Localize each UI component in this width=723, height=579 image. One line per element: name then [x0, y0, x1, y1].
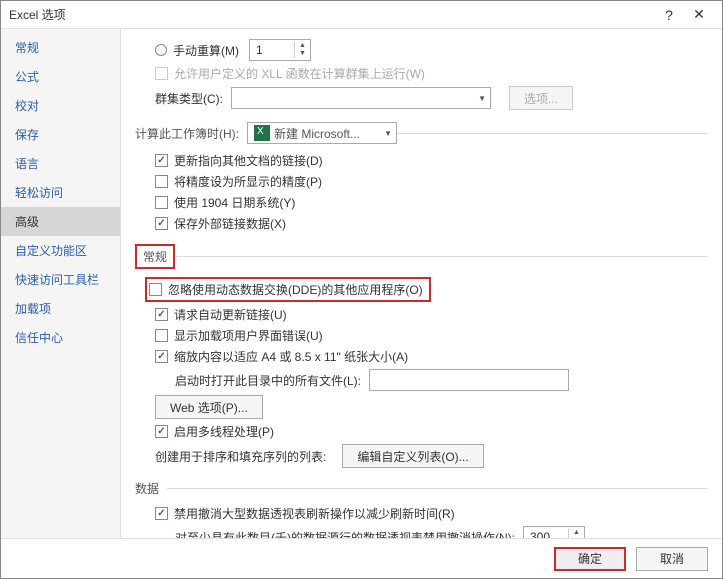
option-checkbox[interactable]	[155, 350, 168, 363]
options-content: 手动重算(M) 1 ▲▼ 允许用户定义的 XLL 函数在计算群集上运行(W) 群…	[121, 29, 722, 538]
general-section-title: 常规	[135, 244, 175, 269]
udf-cluster-checkbox	[155, 67, 168, 80]
dde-highlight-box: 忽略使用动态数据交换(DDE)的其他应用程序(O)	[145, 277, 431, 302]
cluster-type-combo[interactable]: ▼	[231, 87, 491, 109]
sidebar-item[interactable]: 校对	[1, 91, 120, 120]
cluster-type-label: 群集类型(C):	[155, 90, 223, 107]
option-checkbox[interactable]	[155, 329, 168, 342]
option-checkbox[interactable]	[155, 308, 168, 321]
manual-recalc-label: 手动重算(M)	[173, 42, 239, 59]
option-label: 保存外部链接数据(X)	[174, 215, 286, 232]
sidebar-item[interactable]: 公式	[1, 62, 120, 91]
option-checkbox[interactable]	[155, 154, 168, 167]
excel-file-icon	[254, 125, 270, 141]
spinner-arrows-icon[interactable]: ▲▼	[568, 529, 584, 538]
sidebar-item[interactable]: 保存	[1, 120, 120, 149]
chevron-down-icon: ▼	[472, 94, 486, 103]
sidebar-item[interactable]: 轻松访问	[1, 178, 120, 207]
ok-button[interactable]: 确定	[554, 547, 626, 571]
sidebar-item[interactable]: 自定义功能区	[1, 236, 120, 265]
multithread-label: 启用多线程处理(P)	[174, 423, 274, 440]
option-label: 将精度设为所显示的精度(P)	[174, 173, 322, 190]
sidebar-item[interactable]: 常规	[1, 33, 120, 62]
option-label: 更新指向其他文档的链接(D)	[174, 152, 323, 169]
cancel-button[interactable]: 取消	[636, 547, 708, 571]
sortlist-label: 创建用于排序和填充序列的列表:	[155, 448, 326, 465]
option-label: 显示加载项用户界面错误(U)	[174, 327, 323, 344]
option-label: 使用 1904 日期系统(Y)	[174, 194, 295, 211]
sidebar-item[interactable]: 语言	[1, 149, 120, 178]
option-checkbox[interactable]	[155, 175, 168, 188]
sidebar-item[interactable]: 加载项	[1, 294, 120, 323]
category-sidebar: 常规公式校对保存语言轻松访问高级自定义功能区快速访问工具栏加载项信任中心	[1, 29, 121, 538]
chevron-down-icon: ▼	[378, 129, 392, 138]
manual-recalc-spinner[interactable]: 1 ▲▼	[249, 39, 311, 61]
sidebar-item[interactable]: 信任中心	[1, 323, 120, 352]
option-checkbox[interactable]	[155, 217, 168, 230]
pivot-undo-label: 对至少具有此数目(千)的数据源行的数据透视表禁用撤消操作(N):	[175, 529, 515, 539]
sidebar-item[interactable]: 高级	[1, 207, 120, 236]
pivot-undo-spinner[interactable]: 300 ▲▼	[523, 526, 585, 538]
workbook-selector-combo[interactable]: 新建 Microsoft... ▼	[247, 122, 397, 144]
close-icon[interactable]: ✕	[684, 6, 714, 23]
window-title: Excel 选项	[9, 6, 654, 23]
spinner-arrows-icon[interactable]: ▲▼	[294, 42, 310, 58]
manual-recalc-radio[interactable]	[155, 44, 167, 56]
multithread-checkbox[interactable]	[155, 425, 168, 438]
option-checkbox[interactable]	[155, 507, 168, 520]
startup-dir-label: 启动时打开此目录中的所有文件(L):	[175, 372, 361, 389]
dde-label: 忽略使用动态数据交换(DDE)的其他应用程序(O)	[168, 281, 423, 298]
option-label: 禁用撤消大型数据透视表刷新操作以减少刷新时间(R)	[174, 505, 455, 522]
startup-dir-input[interactable]	[369, 369, 569, 391]
dde-checkbox[interactable]	[149, 283, 162, 296]
edit-custom-lists-button[interactable]: 编辑自定义列表(O)...	[342, 444, 483, 468]
data-section-title: 数据	[135, 480, 167, 497]
web-options-button[interactable]: Web 选项(P)...	[155, 395, 263, 419]
option-checkbox[interactable]	[155, 196, 168, 209]
help-icon[interactable]: ?	[654, 7, 684, 23]
sidebar-item[interactable]: 快速访问工具栏	[1, 265, 120, 294]
udf-cluster-label: 允许用户定义的 XLL 函数在计算群集上运行(W)	[174, 65, 425, 82]
workbook-calc-label: 计算此工作簿时(H):	[135, 125, 247, 142]
cluster-options-button: 选项...	[509, 86, 573, 110]
option-label: 缩放内容以适应 A4 或 8.5 x 11" 纸张大小(A)	[174, 348, 408, 365]
option-label: 请求自动更新链接(U)	[174, 306, 287, 323]
